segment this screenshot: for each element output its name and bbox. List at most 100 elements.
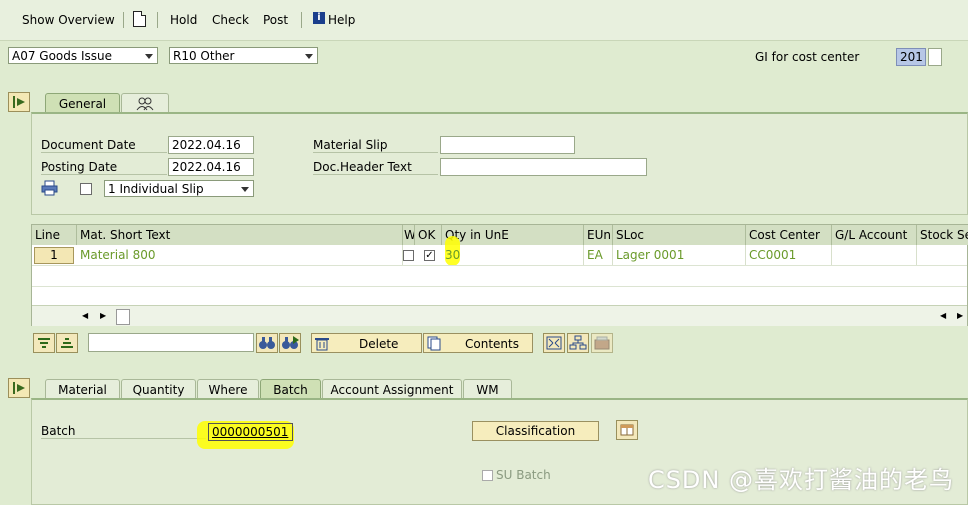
- chevron-down-icon: [241, 187, 249, 192]
- batch-detail-button[interactable]: [616, 420, 638, 440]
- batch-field[interactable]: 0000000501: [208, 423, 293, 441]
- tab-quantity[interactable]: Quantity: [121, 379, 196, 399]
- column-header-qty[interactable]: Qty in UnE: [442, 225, 584, 245]
- toolbar-separator: [301, 12, 302, 28]
- print-option-value: 1 Individual Slip: [108, 182, 204, 196]
- watermark-text: CSDN @喜欢打酱油的老鸟: [647, 466, 954, 494]
- classification-button[interactable]: Classification: [472, 421, 599, 441]
- scroll-left-icon[interactable]: ◀: [82, 311, 88, 320]
- toolbar-separator: [157, 12, 158, 28]
- sort-descending-icon: [61, 338, 73, 348]
- post-button[interactable]: Post: [263, 13, 288, 27]
- row-divider: [32, 265, 967, 266]
- collapse-header-button[interactable]: [8, 92, 30, 112]
- posting-date-label: Posting Date: [41, 160, 167, 175]
- qty-cell[interactable]: 30: [442, 245, 584, 265]
- column-header-ok[interactable]: OK: [415, 225, 442, 245]
- ok-checkbox[interactable]: ✓: [424, 250, 435, 261]
- gl-account-cell[interactable]: [832, 245, 917, 265]
- binoculars-next-icon: [282, 336, 299, 349]
- reference-value: R10 Other: [173, 49, 235, 63]
- stock-cell[interactable]: [917, 245, 968, 265]
- hold-button[interactable]: Hold: [170, 13, 197, 27]
- column-header-gl-account[interactable]: G/L Account: [832, 225, 917, 245]
- column-header-line[interactable]: Line: [32, 225, 77, 245]
- scroll-left-icon[interactable]: ◀: [940, 311, 946, 320]
- transaction-dropdown[interactable]: A07 Goods Issue: [8, 47, 158, 64]
- items-table: Line Mat. Short Text W OK Qty in UnE EUn…: [31, 224, 968, 326]
- check-button[interactable]: Check: [212, 13, 249, 27]
- unit-cell[interactable]: EA: [584, 245, 613, 265]
- material-slip-label: Material Slip: [313, 138, 438, 153]
- tab-general[interactable]: General: [45, 93, 120, 113]
- column-header-text[interactable]: Mat. Short Text: [77, 225, 403, 245]
- column-header-eun[interactable]: EUn: [584, 225, 613, 245]
- tab-partner[interactable]: [121, 93, 169, 113]
- expand-icon: [546, 336, 562, 350]
- binoculars-icon: [259, 337, 275, 349]
- print-option-dropdown[interactable]: 1 Individual Slip: [104, 180, 254, 197]
- tab-material[interactable]: Material: [45, 379, 120, 399]
- doc-header-label: Doc.Header Text: [313, 160, 438, 175]
- trash-icon: [315, 338, 329, 351]
- archive-button[interactable]: [591, 333, 613, 353]
- document-date-label: Document Date: [41, 138, 167, 153]
- scroll-right-icon[interactable]: ▶: [957, 311, 963, 320]
- tab-wm[interactable]: WM: [463, 379, 512, 399]
- column-header-w[interactable]: W: [403, 225, 415, 245]
- row-divider: [32, 286, 967, 287]
- material-slip-field[interactable]: [440, 136, 575, 154]
- collapse-icon: [13, 96, 25, 108]
- tab-account-assignment[interactable]: Account Assignment: [322, 379, 462, 399]
- collapse-icon: [13, 382, 25, 394]
- delete-button[interactable]: Delete: [311, 333, 422, 353]
- scroll-thumb[interactable]: [116, 309, 130, 325]
- hierarchy-icon: [569, 335, 587, 350]
- delete-label: Delete: [359, 337, 399, 351]
- find-next-button[interactable]: [279, 333, 301, 353]
- su-batch-label: SU Batch: [496, 468, 551, 482]
- document-date-field[interactable]: 2022.04.16: [168, 136, 254, 154]
- material-text-cell[interactable]: Material 800: [77, 245, 403, 265]
- sort-ascending-icon: [38, 338, 50, 348]
- w-checkbox[interactable]: [403, 250, 414, 261]
- transaction-value: A07 Goods Issue: [12, 49, 112, 63]
- chevron-down-icon: [145, 54, 153, 59]
- help-button[interactable]: Help: [328, 13, 355, 27]
- toolbar-separator: [123, 12, 124, 28]
- horizontal-scrollbar[interactable]: ◀ ▶ ◀ ▶: [32, 305, 967, 326]
- movement-type-field[interactable]: 201: [896, 48, 926, 66]
- movement-indicator-field[interactable]: [928, 48, 942, 66]
- info-icon[interactable]: i: [313, 12, 325, 24]
- doc-header-field[interactable]: [440, 158, 647, 176]
- su-batch-checkbox[interactable]: [482, 470, 493, 481]
- show-overview-button[interactable]: Show Overview: [22, 13, 115, 27]
- find-input[interactable]: [88, 333, 254, 352]
- collapse-item-button[interactable]: [8, 378, 30, 398]
- sort-descending-button[interactable]: [56, 333, 78, 353]
- table-icon: [620, 424, 634, 436]
- sloc-cell[interactable]: Lager 0001: [613, 245, 746, 265]
- find-button[interactable]: [256, 333, 278, 353]
- archive-icon: [594, 336, 610, 350]
- cost-center-cell[interactable]: CC0001: [746, 245, 832, 265]
- line-selector-button[interactable]: 1: [34, 247, 74, 264]
- batch-label: Batch: [41, 424, 206, 439]
- contents-button[interactable]: Contents: [423, 333, 533, 353]
- tab-where[interactable]: Where: [197, 379, 259, 399]
- chevron-down-icon: [305, 54, 313, 59]
- sort-ascending-button[interactable]: [33, 333, 55, 353]
- new-document-icon[interactable]: [133, 11, 146, 27]
- document-copy-icon: [427, 336, 441, 351]
- column-header-sloc[interactable]: SLoc: [613, 225, 746, 245]
- printer-icon[interactable]: [41, 180, 59, 196]
- tab-batch[interactable]: Batch: [260, 379, 321, 399]
- hierarchy-button[interactable]: [567, 333, 589, 353]
- posting-date-field[interactable]: 2022.04.16: [168, 158, 254, 176]
- print-checkbox[interactable]: [80, 183, 92, 195]
- expand-button[interactable]: [543, 333, 565, 353]
- column-header-stock[interactable]: Stock Se: [917, 225, 968, 245]
- reference-dropdown[interactable]: R10 Other: [169, 47, 318, 64]
- column-header-cost-center[interactable]: Cost Center: [746, 225, 832, 245]
- scroll-right-icon[interactable]: ▶: [100, 311, 106, 320]
